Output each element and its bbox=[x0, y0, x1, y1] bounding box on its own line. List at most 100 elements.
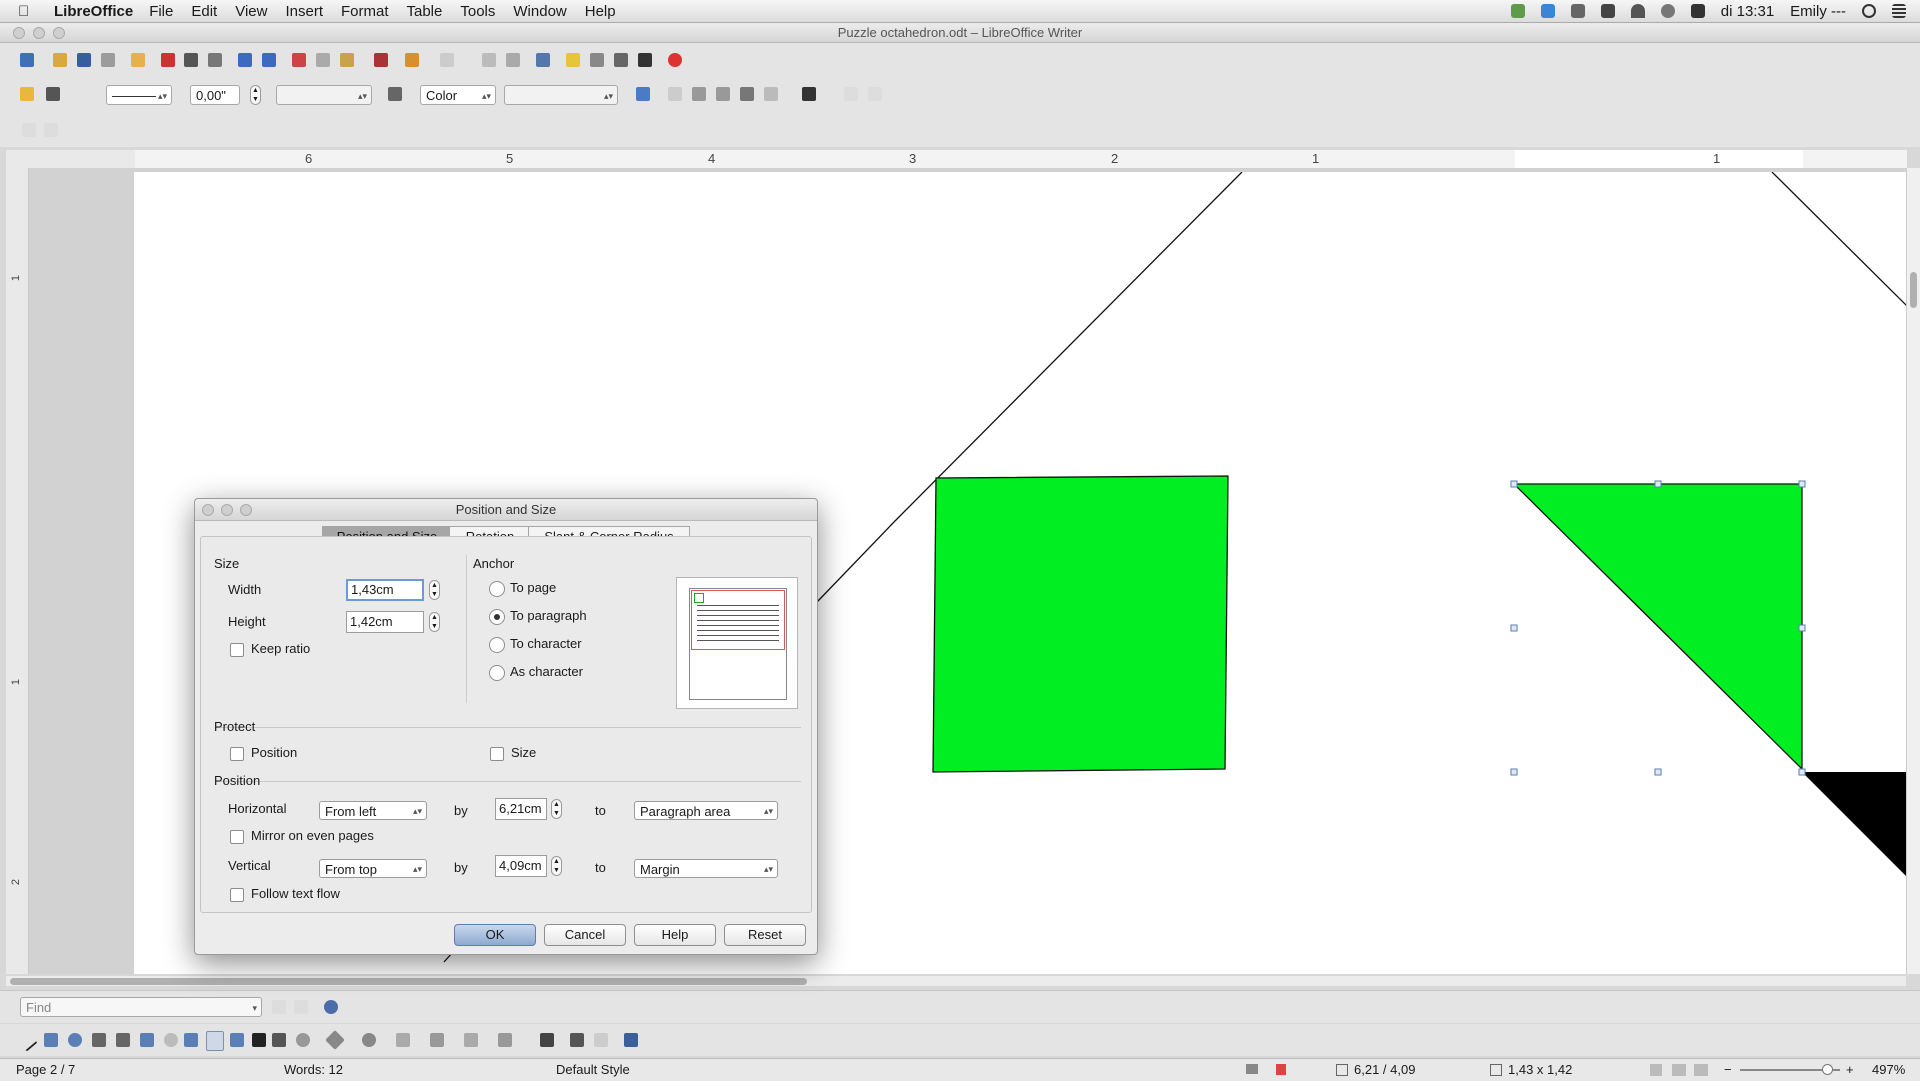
edit-mode-icon[interactable] bbox=[131, 53, 145, 67]
alignment-icon[interactable] bbox=[764, 87, 778, 101]
anchor-to-page-radio[interactable] bbox=[489, 581, 505, 597]
dialog-zoom-button[interactable] bbox=[240, 504, 252, 516]
export-pdf-icon[interactable] bbox=[161, 53, 175, 67]
print-preview-icon[interactable] bbox=[208, 53, 222, 67]
menu-file[interactable]: File bbox=[149, 3, 173, 20]
autospell-icon[interactable] bbox=[262, 53, 276, 67]
list-icon[interactable] bbox=[1892, 4, 1906, 18]
anchor-to-paragraph-radio[interactable] bbox=[489, 609, 505, 625]
menu-format[interactable]: Format bbox=[341, 3, 389, 20]
green-square-shape[interactable] bbox=[932, 475, 1229, 773]
help-lifebuoy-icon[interactable] bbox=[668, 53, 682, 67]
ruler-corner[interactable] bbox=[6, 150, 135, 168]
ungroup-icon[interactable] bbox=[868, 87, 882, 101]
save-icon[interactable] bbox=[77, 53, 91, 67]
extrusion-icon[interactable] bbox=[594, 1033, 608, 1047]
minimize-window-button[interactable] bbox=[33, 27, 45, 39]
symbol-shapes-icon[interactable] bbox=[362, 1033, 376, 1047]
shadow-icon[interactable] bbox=[636, 87, 650, 101]
bring-front-icon[interactable] bbox=[740, 87, 754, 101]
gallery-icon[interactable] bbox=[590, 53, 604, 67]
height-input[interactable]: 1,42cm bbox=[346, 611, 424, 633]
line-icon[interactable] bbox=[20, 87, 34, 101]
vertical-scrollbar[interactable] bbox=[1906, 168, 1920, 974]
vertical-scroll-thumb[interactable] bbox=[1910, 272, 1917, 308]
arrow-style-icon[interactable] bbox=[46, 87, 60, 101]
selection-handle[interactable] bbox=[1510, 624, 1518, 632]
horizontal-ruler[interactable]: 6 5 4 3 2 1 1 bbox=[135, 150, 1907, 169]
selection-handle[interactable] bbox=[1798, 624, 1806, 632]
horizontal-to-select[interactable]: Paragraph area ▴▾ bbox=[634, 801, 778, 820]
find-replace-icon[interactable] bbox=[324, 1000, 338, 1014]
curve-tool-icon[interactable] bbox=[116, 1033, 130, 1047]
document-modified-icon[interactable] bbox=[1276, 1064, 1286, 1075]
dialog-close-button[interactable] bbox=[202, 504, 214, 516]
forward-arrow-icon[interactable] bbox=[44, 123, 58, 137]
line-color-select[interactable]: ▴▾ bbox=[276, 85, 372, 105]
vertical-to-select[interactable]: Margin ▴▾ bbox=[634, 859, 778, 878]
dialog-minimize-button[interactable] bbox=[221, 504, 233, 516]
navigator-icon[interactable] bbox=[566, 53, 580, 67]
find-input[interactable]: Find ▾ bbox=[20, 997, 262, 1017]
green-triangle-shape[interactable] bbox=[1512, 483, 1803, 771]
anchor-to-character-radio[interactable] bbox=[489, 637, 505, 653]
width-spin[interactable]: ▲ ▼ bbox=[429, 580, 440, 600]
wrap-page-icon[interactable] bbox=[692, 87, 706, 101]
help-button[interactable]: Help bbox=[634, 924, 716, 946]
text-tool-icon[interactable] bbox=[252, 1033, 266, 1047]
follow-text-flow-checkbox[interactable] bbox=[230, 888, 244, 902]
status-zoom[interactable]: 497% bbox=[1872, 1059, 1905, 1081]
menu-edit[interactable]: Edit bbox=[191, 3, 217, 20]
apple-icon[interactable]:  bbox=[18, 3, 40, 20]
gear-icon[interactable] bbox=[1570, 4, 1585, 18]
ok-button[interactable]: OK bbox=[454, 924, 536, 946]
status-page[interactable]: Page 2 / 7 bbox=[16, 1059, 75, 1081]
table-icon[interactable] bbox=[506, 53, 520, 67]
callouts-icon[interactable] bbox=[464, 1033, 478, 1047]
search-icon[interactable] bbox=[1862, 4, 1876, 18]
vertical-ruler[interactable]: 1 1 2 bbox=[6, 168, 29, 974]
formatting-marks-icon[interactable] bbox=[638, 53, 652, 67]
pen-icon[interactable] bbox=[1600, 4, 1615, 18]
menu-help[interactable]: Help bbox=[585, 3, 616, 20]
zoom-out-icon[interactable]: − bbox=[1724, 1059, 1732, 1081]
fold-line[interactable] bbox=[1771, 172, 1907, 307]
fold-line[interactable] bbox=[816, 521, 895, 603]
width-input[interactable]: 1,43cm bbox=[346, 579, 424, 601]
find-next-icon[interactable] bbox=[294, 1000, 308, 1014]
hyperlink-icon[interactable] bbox=[482, 53, 496, 67]
selection-handle[interactable] bbox=[1798, 768, 1806, 776]
line-width-spin[interactable]: ▲ ▼ bbox=[250, 85, 261, 105]
open-icon[interactable] bbox=[53, 53, 67, 67]
group-icon[interactable] bbox=[844, 87, 858, 101]
status-words[interactable]: Words: 12 bbox=[284, 1059, 343, 1081]
horizontal-by-input[interactable]: 6,21cm bbox=[495, 798, 547, 820]
new-document-icon[interactable] bbox=[20, 53, 34, 67]
mirror-checkbox[interactable] bbox=[230, 830, 244, 844]
line-style-select[interactable]: ▴▾ bbox=[106, 85, 172, 105]
selection-handle[interactable] bbox=[1654, 768, 1662, 776]
selection-handle[interactable] bbox=[1510, 768, 1518, 776]
book-view-icon[interactable] bbox=[1694, 1064, 1708, 1076]
protect-position-checkbox[interactable] bbox=[230, 747, 244, 761]
selection-handle[interactable] bbox=[1654, 480, 1662, 488]
freeform-tool-icon[interactable] bbox=[140, 1033, 154, 1047]
menu-insert[interactable]: Insert bbox=[285, 3, 323, 20]
undo-icon[interactable] bbox=[405, 53, 419, 67]
clock-icon[interactable] bbox=[1660, 4, 1675, 18]
horizontal-from-select[interactable]: From left ▴▾ bbox=[319, 801, 427, 820]
callout-tool-icon[interactable] bbox=[296, 1033, 310, 1047]
zoom-slider-thumb[interactable] bbox=[1822, 1064, 1833, 1075]
close-window-button[interactable] bbox=[13, 27, 25, 39]
line-width-field[interactable]: 0,00" bbox=[190, 85, 240, 105]
app-menu[interactable]: LibreOffice bbox=[54, 3, 133, 20]
horizontal-scroll-thumb[interactable] bbox=[10, 978, 807, 985]
anchor-as-character-radio[interactable] bbox=[489, 665, 505, 681]
vertical-by-input[interactable]: 4,09cm bbox=[495, 855, 547, 877]
points-icon[interactable] bbox=[540, 1033, 554, 1047]
redo-icon[interactable] bbox=[440, 53, 454, 67]
spellcheck-icon[interactable] bbox=[238, 53, 252, 67]
polygon-tool-icon[interactable] bbox=[92, 1033, 106, 1047]
reset-button[interactable]: Reset bbox=[724, 924, 806, 946]
area-icon[interactable] bbox=[388, 87, 402, 101]
